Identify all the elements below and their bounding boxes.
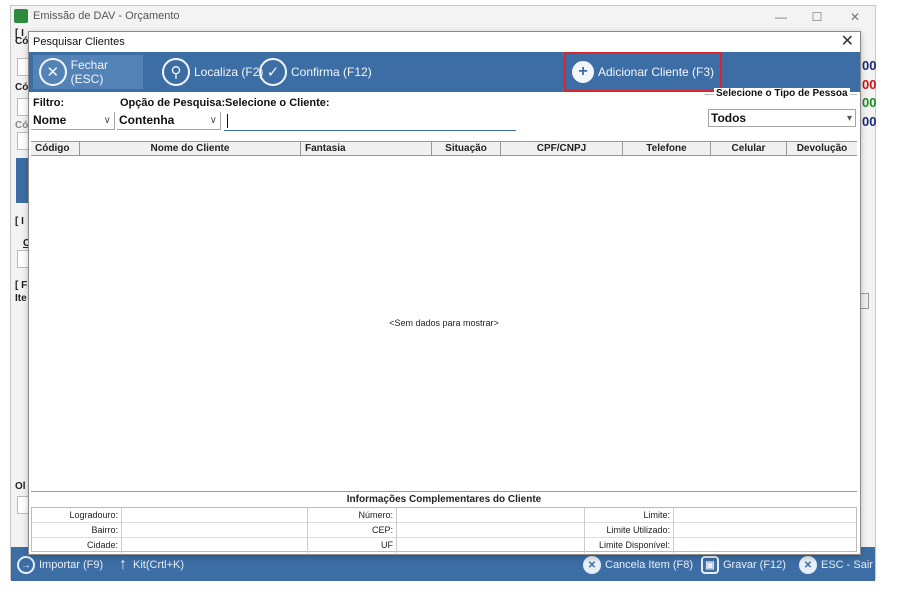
numero-label: Número: [358, 510, 393, 520]
dialog-title: Pesquisar Clientes [33, 36, 125, 48]
bairro-label: Bairro: [91, 525, 118, 535]
fechar-label: Fechar (ESC) [70, 58, 109, 86]
cancel-icon: ✕ [583, 556, 601, 574]
fechar-button[interactable]: ✕ Fechar (ESC) [33, 55, 143, 89]
limite-disponivel-label: Limite Disponível: [598, 540, 670, 550]
info-row [32, 508, 856, 523]
background-label: [ F [15, 280, 28, 291]
search-icon: ⚲ [162, 58, 190, 86]
column-header-celular[interactable]: Celular [711, 142, 787, 156]
logradouro-label: Logradouro: [69, 510, 118, 520]
column-header-situacao[interactable]: Situação [432, 142, 501, 156]
plus-circle-icon: + [572, 61, 594, 83]
background-value: 00 [862, 58, 877, 73]
gravar-label: Gravar (F12) [723, 559, 786, 571]
importar-label: Importar (F9) [39, 559, 104, 571]
localiza-button[interactable]: ⚲ Localiza (F2) [162, 55, 263, 89]
app-icon [14, 9, 28, 23]
limite-label: Limite: [643, 510, 670, 520]
gravar-button[interactable]: ▣ Gravar (F12) [701, 555, 786, 575]
info-row [32, 538, 856, 553]
background-titlebar: Emissão de DAV - Orçamento — ☐ ✕ [11, 6, 875, 28]
opcao-pesquisa-select[interactable]: Contenha ∨ [117, 112, 221, 130]
uf-label: UF [381, 540, 393, 550]
background-label: Có [15, 82, 29, 93]
import-icon: → [17, 556, 35, 574]
kit-button[interactable]: ↑ Kit(Crtl+K) [119, 555, 184, 575]
chevron-down-icon: ∨ [209, 115, 217, 126]
info-divider [673, 508, 674, 553]
info-table: Logradouro: Bairro: Cidade: Número: CEP:… [31, 507, 857, 553]
background-label: Có [15, 120, 29, 131]
opcao-pesquisa-label: Opção de Pesquisa: [120, 97, 226, 109]
cep-label: CEP: [371, 525, 393, 535]
tipo-pessoa-group: Selecione o Tipo de Pessoa Todos ▾ [705, 88, 857, 132]
chevron-down-icon: ▾ [846, 113, 852, 124]
background-label: Có [15, 36, 29, 47]
filtro-label: Filtro: [33, 97, 65, 109]
selecione-cliente-label: Selecione o Cliente: [225, 97, 330, 109]
info-panel-title: Informações Complementares do Cliente [346, 494, 542, 505]
save-icon: ▣ [701, 556, 719, 574]
cancela-label: Cancela Item (F8) [605, 559, 694, 571]
background-value: 00 [862, 114, 877, 129]
close-icon: ✕ [799, 556, 817, 574]
background-label: Ite [15, 293, 27, 304]
background-label: Ol [15, 481, 26, 492]
cancela-item-button[interactable]: ✕ Cancela Item (F8) [583, 555, 693, 575]
importar-button[interactable]: → Importar (F9) [17, 555, 103, 575]
minimize-button[interactable]: — [763, 8, 799, 26]
dialog-toolbar: ✕ Fechar (ESC) ⚲ Localiza (F2) ✓ Confirm… [29, 52, 860, 92]
arrow-up-icon: ↑ [119, 556, 127, 573]
confirma-button[interactable]: ✓ Confirma (F12) [259, 55, 372, 89]
window-close-button[interactable]: ✕ [837, 8, 873, 26]
grid-empty-message: <Sem dados para mostrar> [389, 318, 499, 328]
dialog-titlebar: Pesquisar Clientes ✕ [29, 32, 860, 52]
client-info-panel: Informações Complementares do Cliente Lo… [31, 491, 857, 553]
adicionar-label: Adicionar Cliente (F3) [598, 65, 715, 79]
localiza-label: Localiza (F2) [194, 65, 264, 79]
chevron-down-icon: ∨ [103, 115, 111, 126]
filtro-select[interactable]: Nome ∨ [31, 112, 115, 130]
sair-label: ESC - Sair [821, 559, 873, 571]
info-divider [396, 508, 397, 553]
column-header-codigo[interactable]: Código [31, 142, 80, 156]
grid-header: Código Nome do Cliente Fantasia Situação… [31, 142, 857, 156]
tipo-pessoa-label: Selecione o Tipo de Pessoa [714, 88, 850, 99]
adicionar-cliente-button[interactable]: + Adicionar Cliente (F3) [564, 52, 722, 92]
column-header-fantasia[interactable]: Fantasia [301, 142, 432, 156]
kit-label: Kit(Crtl+K) [133, 559, 185, 571]
tipo-pessoa-select[interactable]: Todos ▾ [708, 109, 856, 127]
maximize-button[interactable]: ☐ [799, 8, 835, 26]
background-window-title: Emissão de DAV - Orçamento [33, 10, 180, 22]
column-header-cpf-cnpj[interactable]: CPF/CNPJ [501, 142, 623, 156]
sair-button[interactable]: ✕ ESC - Sair [799, 555, 873, 575]
background-value: 00 [862, 95, 877, 110]
checkmark-icon: ✓ [259, 58, 287, 86]
cidade-label: Cidade: [86, 540, 118, 550]
limite-utilizado-label: Limite Utilizado: [606, 525, 670, 535]
filtro-value: Nome [33, 113, 67, 127]
client-search-input[interactable] [224, 112, 516, 131]
tipo-value: Todos [711, 111, 747, 125]
opcao-value: Contenha [119, 113, 175, 127]
column-header-nome[interactable]: Nome do Cliente [80, 142, 301, 156]
info-row [32, 523, 856, 538]
text-caret [227, 114, 228, 128]
confirma-label: Confirma (F12) [291, 65, 372, 79]
background-value: 00 [862, 77, 877, 92]
clients-grid[interactable]: Código Nome do Cliente Fantasia Situação… [31, 141, 857, 491]
column-header-devolucao[interactable]: Devolução [787, 142, 857, 156]
search-clients-dialog: Pesquisar Clientes ✕ ✕ Fechar (ESC) ⚲ Lo… [28, 31, 861, 555]
info-divider [121, 508, 122, 553]
dialog-close-button[interactable]: ✕ [841, 33, 854, 51]
background-label: [ I [15, 216, 24, 227]
close-circle-icon: ✕ [39, 58, 67, 86]
column-header-telefone[interactable]: Telefone [623, 142, 711, 156]
